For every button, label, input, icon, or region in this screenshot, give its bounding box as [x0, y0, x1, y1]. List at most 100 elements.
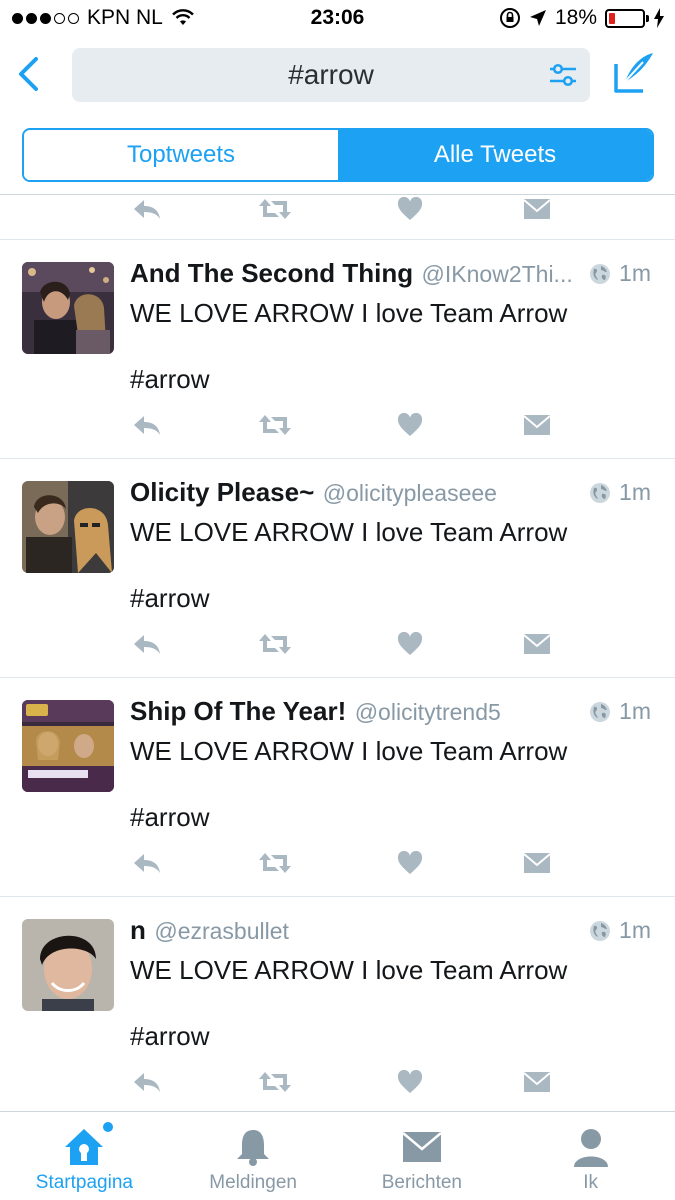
tweet-filter-segmented-control: Toptweets Alle Tweets [22, 128, 654, 182]
author-handle[interactable]: @IKnow2Thi... [422, 261, 573, 287]
heart-icon [397, 851, 423, 874]
tweet-hashtag[interactable]: #arrow [130, 802, 209, 833]
avatar[interactable] [22, 481, 114, 573]
author-name[interactable]: Ship Of The Year! [130, 696, 346, 726]
retweet-button[interactable] [258, 848, 292, 878]
tweet-header: Ship Of The Year! @olicitytrend5 1m [130, 696, 651, 730]
bottom-tab-bar: Startpagina Meldingen Berichten Ik [0, 1111, 675, 1200]
direct-message-button[interactable] [520, 629, 554, 659]
like-button[interactable] [393, 848, 427, 878]
back-button[interactable] [10, 52, 46, 96]
person-icon [573, 1129, 608, 1167]
reply-icon [134, 200, 160, 219]
tweet-item[interactable]: n @ezrasbullet 1m WE LOVE ARROW I love T… [0, 897, 675, 1116]
envelope-icon [523, 634, 551, 654]
tweet-timestamp: 1m [619, 917, 651, 943]
tab-label: Startpagina [35, 1172, 133, 1193]
tweet-actions [130, 410, 560, 444]
tweet-meta: 1m [581, 698, 651, 725]
reply-icon [134, 416, 160, 435]
tab-label: Ik [583, 1172, 599, 1193]
direct-message-button[interactable] [520, 410, 554, 440]
chevron-left-icon [19, 57, 38, 91]
tab-toptweets[interactable]: Toptweets [24, 130, 338, 180]
search-field[interactable]: #arrow [72, 48, 590, 102]
tab-berichten[interactable]: Berichten [338, 1112, 507, 1200]
tab-icon-wrap [235, 1126, 271, 1168]
reply-icon [134, 635, 160, 654]
tab-meldingen[interactable]: Meldingen [169, 1112, 338, 1200]
globe-icon [590, 701, 611, 722]
tweet-text: WE LOVE ARROW I love Team Arrow [130, 517, 568, 547]
retweet-button[interactable] [258, 410, 292, 440]
location-arrow-icon [529, 10, 546, 26]
like-button[interactable] [393, 410, 427, 440]
reply-icon [134, 854, 160, 873]
author-name[interactable]: n [130, 915, 146, 945]
author-name[interactable]: Olicity Please~ [130, 477, 314, 507]
tab-ik[interactable]: Ik [506, 1112, 675, 1200]
retweet-icon [259, 634, 291, 654]
reply-button[interactable] [130, 410, 164, 440]
direct-message-button[interactable] [520, 1067, 554, 1097]
tweet-timestamp: 1m [619, 479, 651, 505]
like-button[interactable] [393, 1067, 427, 1097]
tweet-timestamp: 1m [619, 260, 651, 286]
reply-button[interactable] [130, 1067, 164, 1097]
tweet-actions [130, 1067, 560, 1101]
retweet-button[interactable] [258, 629, 292, 659]
tab-startpagina[interactable]: Startpagina [0, 1112, 169, 1200]
tweet-text: WE LOVE ARROW I love Team Arrow [130, 955, 568, 985]
author-handle[interactable]: @olicitypleaseee [323, 480, 497, 506]
tweet-item[interactable]: And The Second Thing @IKnow2Thi... 1m WE… [0, 240, 675, 459]
reply-icon [134, 1073, 160, 1092]
direct-message-button[interactable] [520, 848, 554, 878]
reply-button[interactable] [130, 848, 164, 878]
globe-icon [590, 920, 611, 941]
envelope-icon [523, 1072, 551, 1092]
tab-label: Berichten [381, 1172, 463, 1193]
tab-alle-tweets[interactable]: Alle Tweets [338, 130, 652, 180]
avatar-image [22, 700, 114, 792]
retweet-button[interactable] [258, 194, 292, 224]
avatar-image [22, 481, 114, 573]
tweet-feed[interactable]: And The Second Thing @IKnow2Thi... 1m WE… [0, 195, 675, 1116]
reply-button[interactable] [130, 629, 164, 659]
filter-sliders-icon[interactable] [548, 61, 578, 89]
tab-icon-wrap [63, 1122, 114, 1168]
tweet-actions [130, 194, 560, 228]
author-handle[interactable]: @ezrasbullet [154, 918, 289, 944]
retweet-icon [259, 199, 291, 219]
like-button[interactable] [393, 194, 427, 224]
avatar[interactable] [22, 700, 114, 792]
tweet-header: n @ezrasbullet 1m [130, 915, 651, 949]
envelope-icon [402, 1132, 442, 1162]
tweet-actions [130, 848, 560, 882]
tweet-item[interactable]: Ship Of The Year! @olicitytrend5 1m WE L… [0, 678, 675, 897]
author-handle[interactable]: @olicitytrend5 [355, 699, 501, 725]
heart-icon [397, 197, 423, 220]
tweet-hashtag[interactable]: #arrow [130, 364, 209, 395]
battery-icon [605, 8, 649, 28]
tweet-hashtag[interactable]: #arrow [130, 583, 209, 614]
tweet-item[interactable]: Olicity Please~ @olicitypleaseee 1m WE L… [0, 459, 675, 678]
tweet-hashtag[interactable]: #arrow [130, 1021, 209, 1052]
direct-message-button[interactable] [520, 194, 554, 224]
tweet-text: WE LOVE ARROW I love Team Arrow [130, 736, 568, 766]
globe-icon [590, 263, 611, 284]
reply-button[interactable] [130, 194, 164, 224]
tweet-actions [130, 629, 560, 663]
like-button[interactable] [393, 629, 427, 659]
retweet-icon [259, 853, 291, 873]
tweet-meta: 1m [581, 260, 651, 287]
status-right: 18% [499, 6, 665, 30]
author-name[interactable]: And The Second Thing [130, 258, 413, 288]
avatar[interactable] [22, 262, 114, 354]
compose-tweet-icon[interactable] [613, 50, 657, 94]
retweet-button[interactable] [258, 1067, 292, 1097]
rotation-lock-icon [499, 8, 520, 28]
search-header: #arrow [0, 36, 675, 120]
avatar[interactable] [22, 919, 114, 1011]
heart-icon [397, 632, 423, 655]
envelope-icon [523, 199, 551, 219]
